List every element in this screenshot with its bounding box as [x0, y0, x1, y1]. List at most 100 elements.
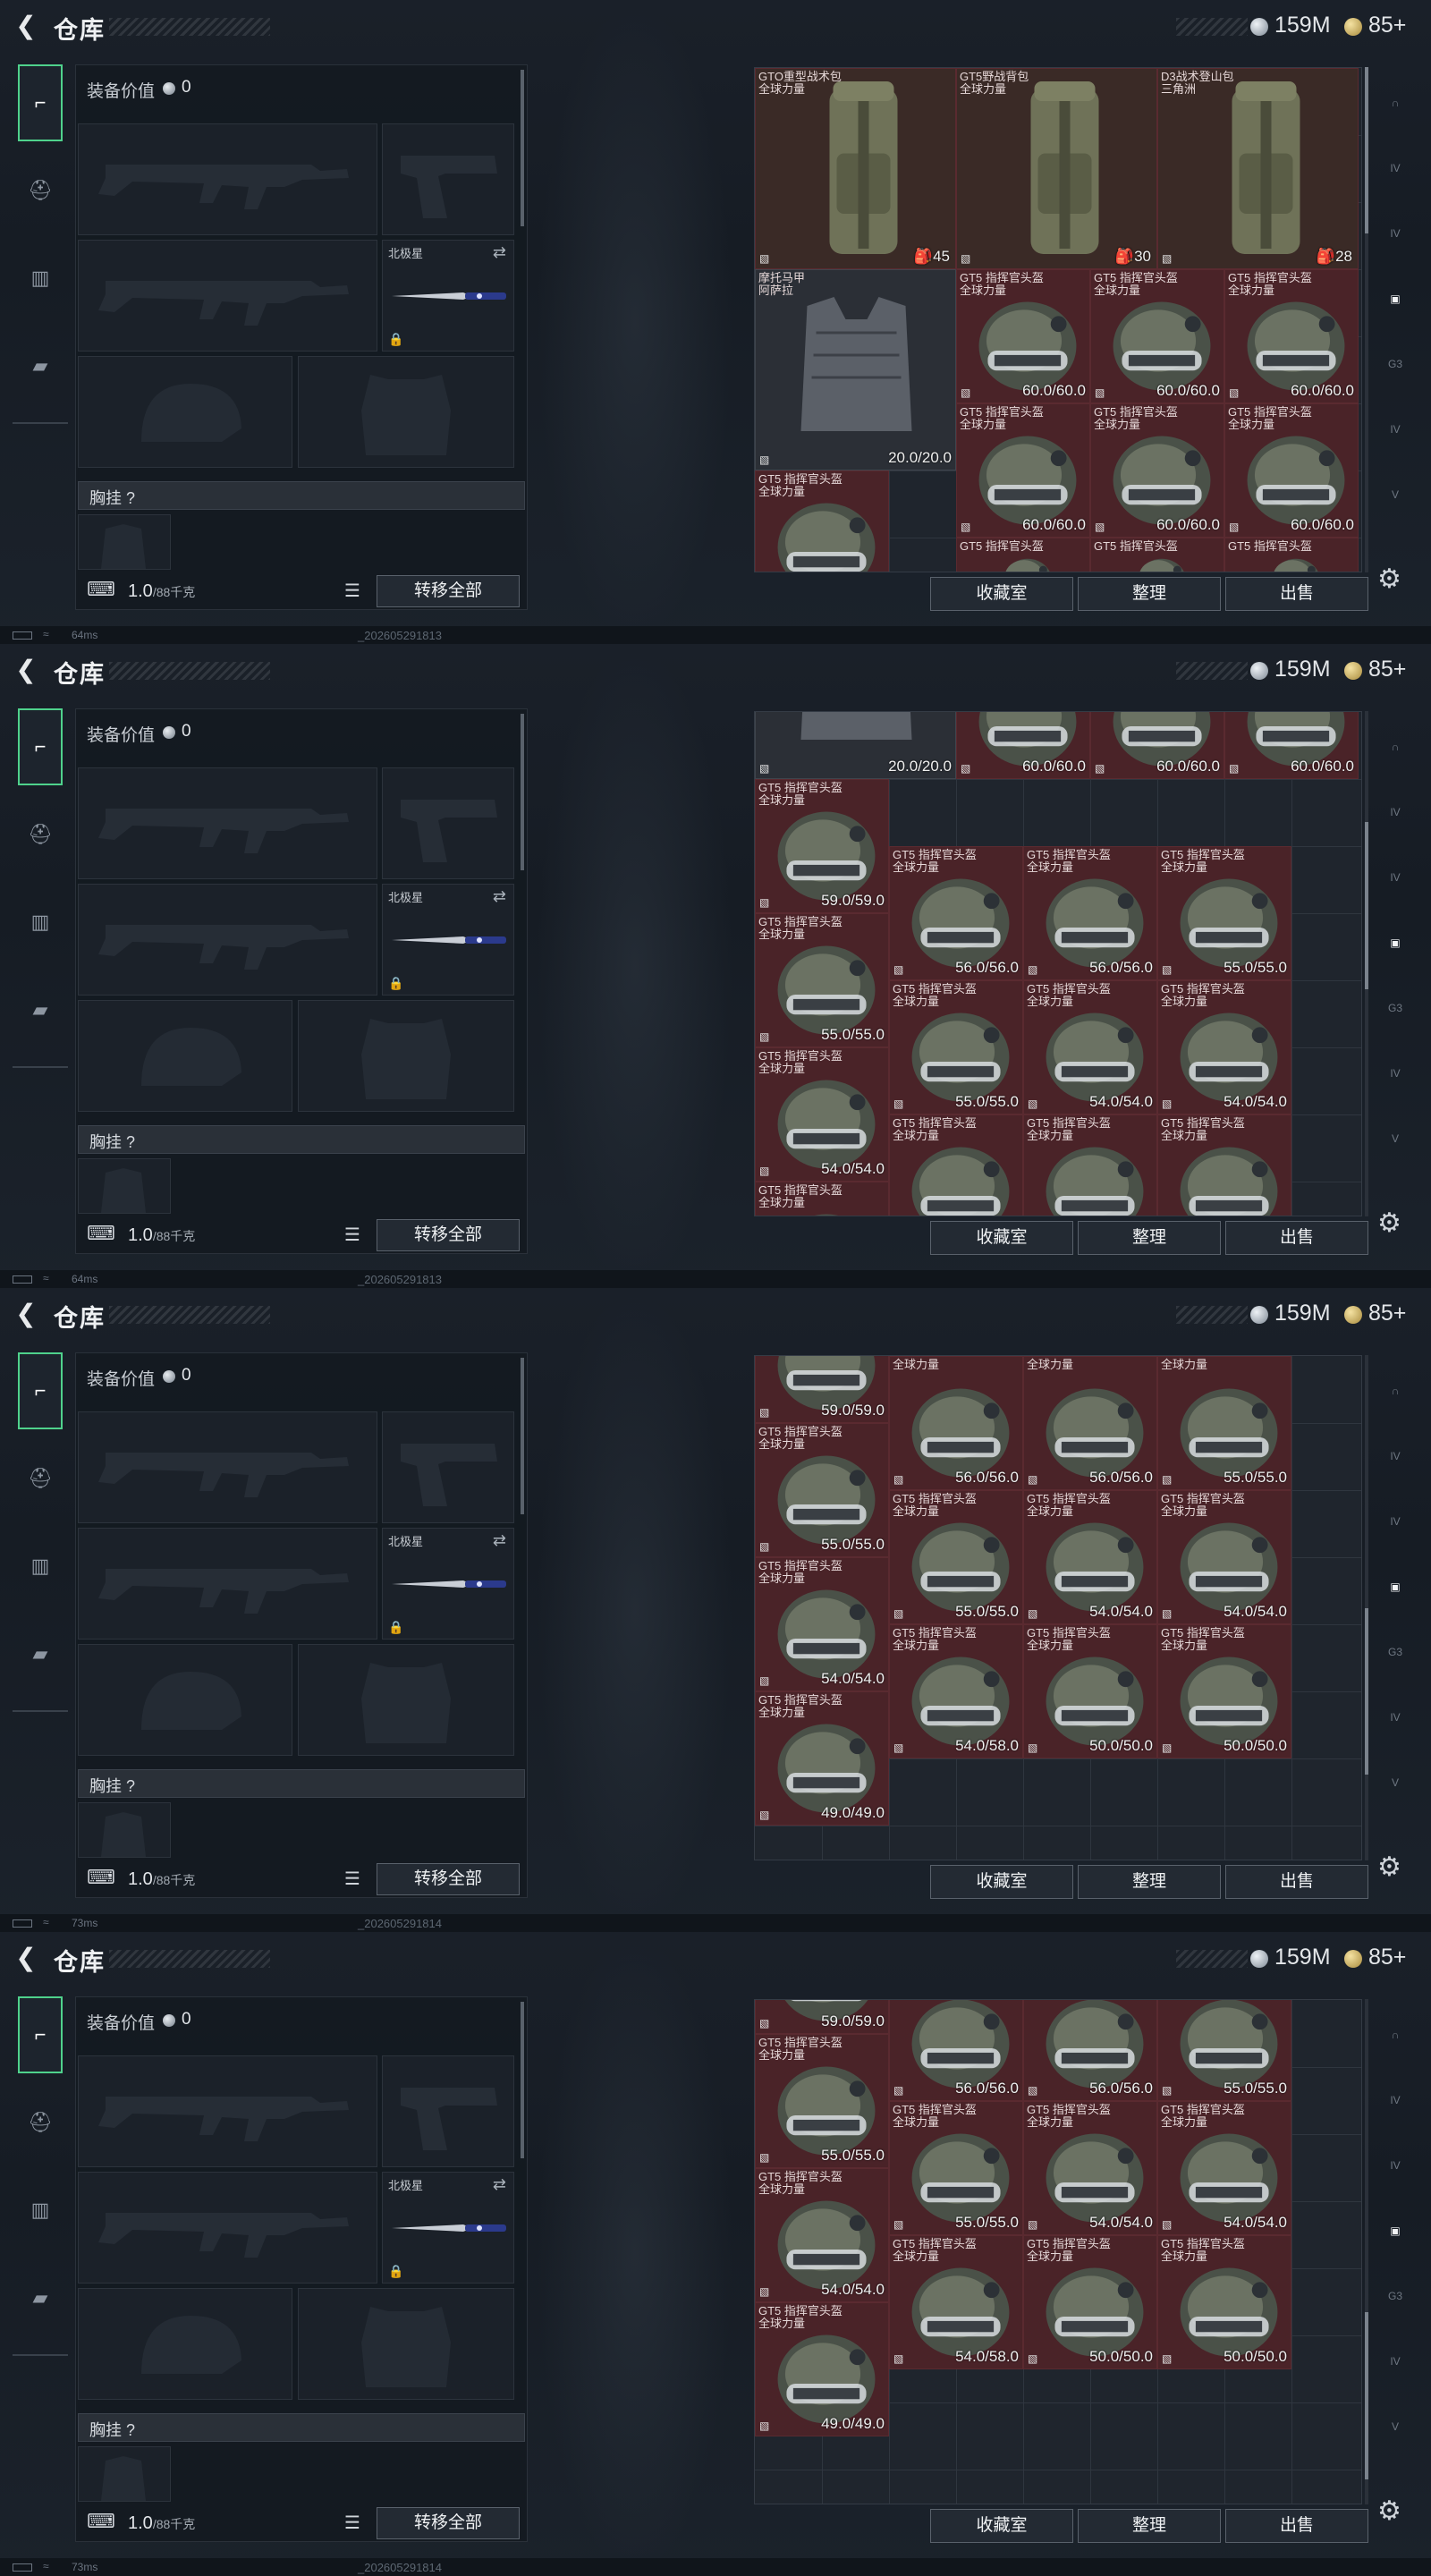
- storage-page-tab-5[interactable]: G3: [1375, 337, 1416, 391]
- chest-rig-slot[interactable]: [78, 2446, 171, 2502]
- melee-slot[interactable]: 北极星 ⇄ 🔒: [382, 240, 514, 352]
- helmet-item[interactable]: GT5 指挥官头盔 全球力量 55.0/55.0 ▧: [1157, 846, 1291, 980]
- chest-rig-header[interactable]: 胸挂 ?: [78, 1125, 525, 1154]
- gear-icon[interactable]: ⚙: [1377, 2496, 1401, 2527]
- helmet-tab[interactable]: ⛑: [18, 1440, 63, 1517]
- helmet-item[interactable]: GT5 指挥官头盔 全球力量 49.0/49.0 ▧: [755, 1691, 889, 1826]
- helmet-item[interactable]: GT5 指挥官头盔 全球力量 54.0/54.0 ▧: [1023, 2100, 1157, 2235]
- helmet-item[interactable]: GT5 指挥官头盔 全球力量 55.0/55.0 ▧: [889, 1490, 1023, 1624]
- vest-tab[interactable]: ▥: [18, 240, 63, 317]
- bag-tab[interactable]: ▰: [18, 971, 63, 1048]
- gold-balance[interactable]: 85+: [1368, 1945, 1406, 1970]
- sort-button[interactable]: 整理: [1078, 2509, 1221, 2543]
- armor-slot[interactable]: [298, 2288, 514, 2400]
- primary-weapon-slot[interactable]: [78, 767, 377, 879]
- collection-button[interactable]: 收藏室: [930, 2509, 1073, 2543]
- melee-slot[interactable]: 北极星 ⇄ 🔒: [382, 884, 514, 996]
- gold-balance[interactable]: 85+: [1368, 1301, 1406, 1326]
- secondary-weapon-slot[interactable]: [78, 1528, 377, 1640]
- equipment-scrollbar[interactable]: [521, 1358, 524, 1514]
- vest-tab[interactable]: ▥: [18, 884, 63, 961]
- secondary-weapon-slot[interactable]: [78, 2172, 377, 2284]
- storage-scrollbar-thumb[interactable]: [1365, 67, 1368, 234]
- vest-tab[interactable]: ▥: [18, 2172, 63, 2249]
- melee-slot[interactable]: 北极星 ⇄ 🔒: [382, 2172, 514, 2284]
- storage-page-tab-4[interactable]: ▣: [1375, 1560, 1416, 1614]
- helmet-item[interactable]: GT5 指挥官头盔 全球力量 60.0/60.0 ▧: [1224, 269, 1359, 403]
- storage-page-tab-5[interactable]: G3: [1375, 981, 1416, 1035]
- secondary-weapon-slot[interactable]: [78, 884, 377, 996]
- helmet-item[interactable]: 60.0/60.0 ▧: [956, 712, 1090, 779]
- storage-page-tab-5[interactable]: G3: [1375, 1625, 1416, 1679]
- storage-page-tab-6[interactable]: IV: [1375, 1690, 1416, 1744]
- helmet-item[interactable]: GT5 指挥官头盔▧: [1224, 538, 1359, 572]
- armor-slot[interactable]: [298, 1000, 514, 1112]
- collection-button[interactable]: 收藏室: [930, 577, 1073, 611]
- armor-slot[interactable]: [298, 1644, 514, 1756]
- transfer-all-button[interactable]: 转移全部: [377, 2507, 520, 2539]
- helmet-item[interactable]: GT5 指挥官头盔 全球力量 56.0/56.0 ▧: [889, 846, 1023, 980]
- secondary-weapon-slot[interactable]: [78, 240, 377, 352]
- equipment-scrollbar[interactable]: [521, 714, 524, 870]
- weapon-tab[interactable]: ⌐: [18, 1996, 63, 2073]
- helmet-item[interactable]: GT5 指挥官头盔 全球力量50.0/50.0▧: [1023, 1624, 1157, 1758]
- back-arrow-icon[interactable]: ❮: [13, 1301, 39, 1327]
- helmet-slot[interactable]: [78, 1644, 292, 1756]
- armor-slot[interactable]: [298, 356, 514, 468]
- sell-button[interactable]: 出售: [1225, 577, 1368, 611]
- helmet-item[interactable]: GT5 指挥官头盔 全球力量 60.0/60.0 ▧: [956, 269, 1090, 403]
- chest-rig-header[interactable]: 胸挂 ?: [78, 1769, 525, 1798]
- helmet-item[interactable]: GT5 指挥官头盔 全球力量 54.0/54.0 ▧: [1023, 1490, 1157, 1624]
- gear-icon[interactable]: ⚙: [1377, 1852, 1401, 1883]
- chest-rig-header[interactable]: 胸挂 ?: [78, 2413, 525, 2442]
- helmet-item[interactable]: GT5 指挥官头盔 全球力量 60.0/60.0 ▧: [1090, 403, 1224, 538]
- storage-page-tab-4[interactable]: ▣: [1375, 916, 1416, 970]
- storage-scrollbar-thumb[interactable]: [1365, 2312, 1368, 2479]
- helmet-item[interactable]: GT5 指挥官头盔 全球力量 56.0/56.0 ▧: [1023, 846, 1157, 980]
- helmet-item[interactable]: GT5 指挥官头盔 全球力量 54.0/54.0 ▧: [755, 1557, 889, 1691]
- pistol-slot[interactable]: [382, 123, 514, 235]
- helmet-item[interactable]: GT5 指挥官头盔 全球力量54.0/58.0▧: [889, 1624, 1023, 1758]
- helmet-item[interactable]: GT5 指挥官头盔 全球力量 60.0/60.0 ▧: [1224, 403, 1359, 538]
- storage-page-tab-3[interactable]: IV: [1375, 1495, 1416, 1548]
- helmet-tab[interactable]: ⛑: [18, 796, 63, 873]
- storage-page-tab-3[interactable]: IV: [1375, 2139, 1416, 2192]
- vest-item[interactable]: 20.0/20.0 ▧: [755, 712, 956, 779]
- weapon-tab[interactable]: ⌐: [18, 64, 63, 141]
- storage-page-tab-3[interactable]: IV: [1375, 207, 1416, 260]
- gold-balance[interactable]: 85+: [1368, 657, 1406, 682]
- melee-slot[interactable]: 北极星 ⇄ 🔒: [382, 1528, 514, 1640]
- helmet-item[interactable]: 59.0/59.0 ▧: [755, 1356, 889, 1423]
- helmet-item[interactable]: GT5 指挥官头盔 全球力量 54.0/54.0 ▧: [1157, 980, 1291, 1114]
- helmet-tab[interactable]: ⛑: [18, 152, 63, 229]
- helmet-item[interactable]: GT5 指挥官头盔 全球力量50.0/50.0▧: [1023, 1114, 1157, 1216]
- helmet-item[interactable]: GT5 指挥官头盔 全球力量50.0/50.0▧: [1023, 2234, 1157, 2369]
- storage-page-tab-6[interactable]: IV: [1375, 2334, 1416, 2388]
- pistol-slot[interactable]: [382, 1411, 514, 1523]
- storage-page-tab-7[interactable]: V: [1375, 468, 1416, 521]
- helmet-item[interactable]: 59.0/59.0 ▧: [755, 2000, 889, 2034]
- storage-page-tab-1[interactable]: ∩: [1375, 1364, 1416, 1418]
- sell-button[interactable]: 出售: [1225, 1865, 1368, 1899]
- pistol-slot[interactable]: [382, 767, 514, 879]
- gold-balance[interactable]: 85+: [1368, 13, 1406, 38]
- storage-page-tab-7[interactable]: V: [1375, 1112, 1416, 1165]
- helmet-item[interactable]: GT5 指挥官头盔 全球力量 55.0/55.0 ▧: [755, 2033, 889, 2168]
- helmet-slot[interactable]: [78, 2288, 292, 2400]
- chest-rig-slot[interactable]: [78, 514, 171, 570]
- transfer-all-button[interactable]: 转移全部: [377, 575, 520, 607]
- helmet-item[interactable]: 全球力量 56.0/56.0 ▧: [1023, 1356, 1157, 1490]
- storage-page-tab-2[interactable]: IV: [1375, 141, 1416, 195]
- sell-button[interactable]: 出售: [1225, 1221, 1368, 1255]
- primary-weapon-slot[interactable]: [78, 1411, 377, 1523]
- helmet-item[interactable]: GT5 指挥官头盔 全球力量 59.0/59.0 ▧: [755, 779, 889, 913]
- helmet-item[interactable]: 60.0/60.0 ▧: [1224, 712, 1359, 779]
- back-arrow-icon[interactable]: ❮: [13, 13, 39, 39]
- storage-page-tab-4[interactable]: ▣: [1375, 272, 1416, 326]
- helmet-item[interactable]: GT5 指挥官头盔 全球力量 60.0/60.0 ▧: [956, 403, 1090, 538]
- transfer-all-button[interactable]: 转移全部: [377, 1863, 520, 1895]
- helmet-item[interactable]: GT5 指挥官头盔 全球力量54.0/58.0▧: [889, 1114, 1023, 1216]
- storage-scrollbar-thumb[interactable]: [1365, 1607, 1368, 1775]
- storage-page-tab-1[interactable]: ∩: [1375, 2008, 1416, 2062]
- transfer-all-button[interactable]: 转移全部: [377, 1219, 520, 1251]
